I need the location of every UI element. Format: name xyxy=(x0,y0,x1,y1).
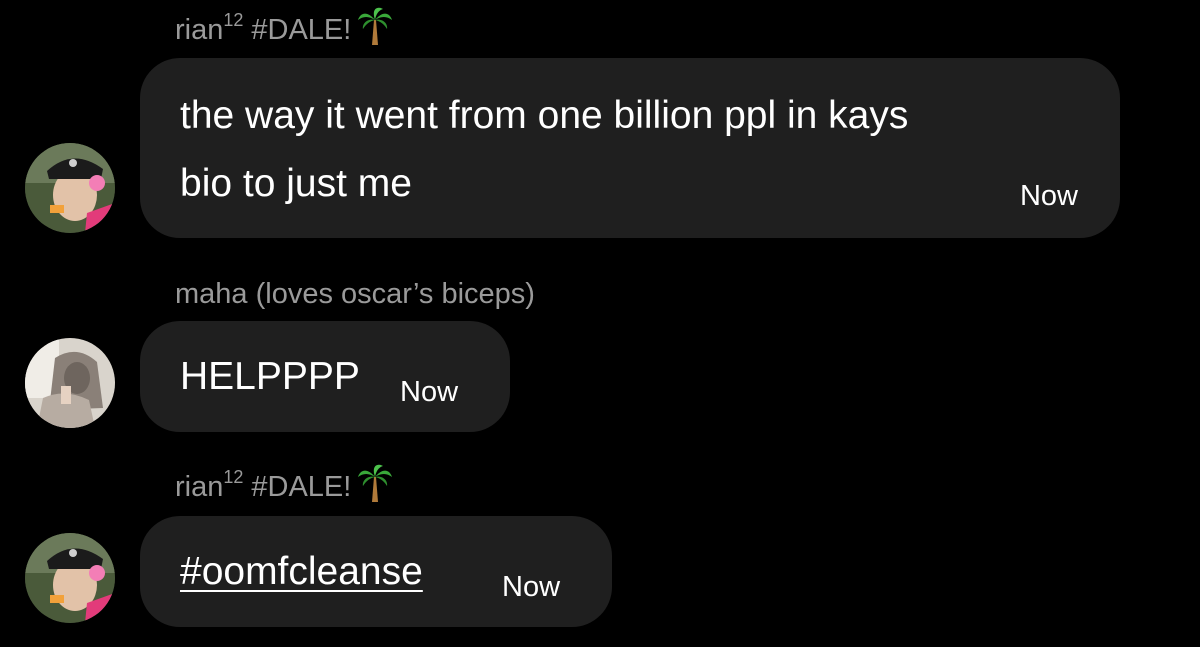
hashtag-link[interactable]: #oomfcleanse xyxy=(180,540,423,604)
avatar-rian[interactable] xyxy=(25,533,115,623)
message-text: HELPPPP xyxy=(180,355,360,398)
message-bubble[interactable]: #oomfcleanse Now xyxy=(140,516,612,627)
message-text-line-1: the way it went from one billion ppl in … xyxy=(180,94,909,137)
avatar-rian[interactable] xyxy=(25,143,115,233)
message-bubble[interactable]: HELPPPP Now xyxy=(140,321,510,432)
sender-superscript: 12 xyxy=(223,9,244,30)
message-timestamp: Now xyxy=(400,376,459,408)
message-text-line-2: bio to just me xyxy=(180,162,412,205)
sender-tag: #DALE! xyxy=(251,13,352,46)
palm-tree-icon xyxy=(357,6,393,46)
message-bubble[interactable]: the way it went from one billion ppl in … xyxy=(140,58,1120,238)
sender-display-name: maha (loves oscar’s biceps) xyxy=(175,278,535,310)
sender-tag: #DALE! xyxy=(251,470,352,503)
sender-name: rian 12 #DALE! xyxy=(175,464,393,507)
sender-superscript: 12 xyxy=(223,466,244,487)
message-timestamp: Now xyxy=(1019,180,1078,212)
palm-tree-icon xyxy=(357,463,393,503)
message-timestamp: Now xyxy=(502,571,561,603)
sender-name: rian 12 #DALE! xyxy=(175,7,393,50)
sender-display-name: rian xyxy=(175,13,224,46)
avatar-maha[interactable] xyxy=(25,338,115,428)
sender-name: maha (loves oscar’s biceps) xyxy=(175,278,535,311)
sender-display-name: rian xyxy=(175,470,224,503)
